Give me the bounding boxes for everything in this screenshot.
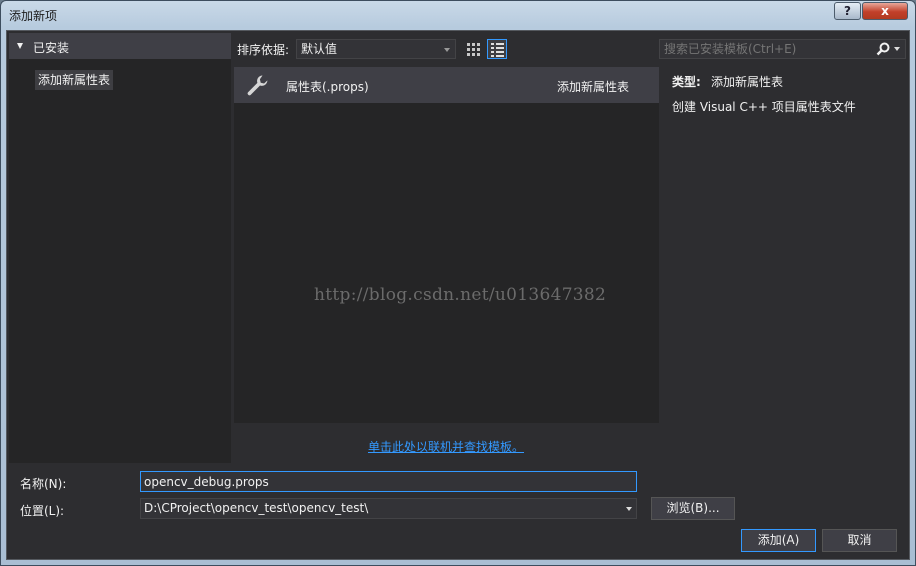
tree-node-installed[interactable]: 已安装	[9, 33, 231, 59]
add-button[interactable]: 添加(A)	[741, 529, 816, 552]
dialog-title: 添加新项	[9, 9, 58, 23]
search-input[interactable]	[661, 41, 871, 57]
title-bar: 添加新项 ? x	[1, 1, 915, 27]
template-item[interactable]: 属性表(.props) 添加新属性表	[234, 67, 659, 103]
detail-type-value: 添加新属性表	[711, 75, 784, 89]
cancel-button[interactable]: 取消	[822, 529, 897, 552]
expand-triangle-icon[interactable]	[17, 43, 23, 49]
template-list: 属性表(.props) 添加新属性表 http://blog.csdn.net/…	[234, 67, 659, 423]
sort-value: 默认值	[301, 42, 338, 56]
tree-node-label: 已安装	[33, 41, 70, 55]
chevron-down-icon	[444, 48, 450, 52]
location-label: 位置(L):	[20, 504, 65, 518]
template-category: 添加新属性表	[557, 80, 630, 94]
name-label: 名称(N):	[20, 477, 67, 491]
help-button[interactable]: ?	[834, 2, 861, 20]
location-value: D:\CProject\opencv_test\opencv_test\	[144, 501, 369, 515]
chevron-down-icon[interactable]	[626, 507, 632, 511]
template-name: 属性表(.props)	[286, 80, 369, 94]
grid-view-icon[interactable]	[463, 39, 483, 59]
location-combobox[interactable]: D:\CProject\opencv_test\opencv_test\	[140, 498, 637, 519]
name-field[interactable]	[140, 471, 637, 492]
detail-type-label: 类型:	[672, 75, 701, 89]
category-tree: 已安装 添加新属性表	[9, 33, 231, 463]
search-icon[interactable]	[876, 42, 890, 56]
wrench-icon	[247, 75, 268, 96]
browse-button[interactable]: 浏览(B)...	[651, 497, 735, 520]
tree-item-add-property-sheet[interactable]: 添加新属性表	[35, 70, 114, 90]
online-templates-link[interactable]: 单击此处以联机并查找模板。	[368, 438, 524, 455]
search-box[interactable]	[659, 39, 906, 59]
dialog-window: 添加新项 ? x 已安装 添加新属性表 排序依据: 默认值 属性表(.props…	[0, 0, 916, 566]
close-button[interactable]: x	[862, 2, 908, 20]
watermark-text: http://blog.csdn.net/u013647382	[314, 285, 607, 305]
detail-description: 创建 Visual C++ 项目属性表文件	[672, 100, 856, 114]
chevron-down-icon[interactable]	[894, 47, 900, 51]
dialog-client: 已安装 添加新属性表 排序依据: 默认值 属性表(.props) 添加新属性表 …	[6, 30, 910, 560]
sort-label: 排序依据:	[237, 43, 290, 57]
list-view-icon[interactable]	[487, 39, 507, 59]
sort-dropdown[interactable]: 默认值	[296, 39, 456, 59]
